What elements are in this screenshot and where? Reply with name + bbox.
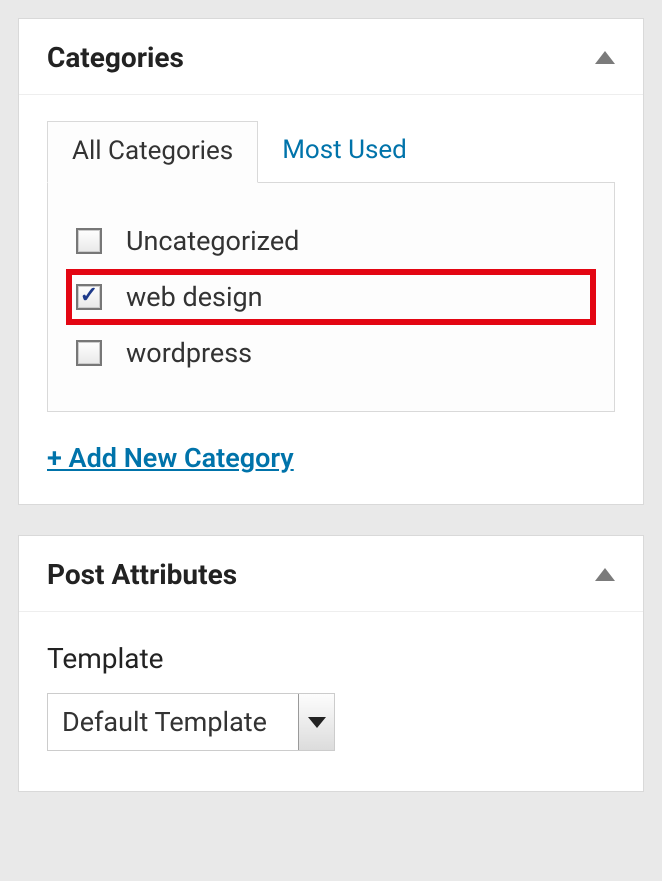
collapse-up-icon xyxy=(595,568,615,581)
categories-tabs: All Categories Most Used Uncategorized w… xyxy=(47,121,615,412)
category-row-wordpress: wordpress xyxy=(66,325,596,381)
checkbox-web-design[interactable] xyxy=(76,284,102,310)
tab-most-used[interactable]: Most Used xyxy=(258,121,431,182)
template-select-value: Default Template xyxy=(48,694,298,750)
categories-panel-title: Categories xyxy=(47,41,184,74)
post-attributes-panel-header[interactable]: Post Attributes xyxy=(19,536,643,612)
categories-panel: Categories All Categories Most Used Unca… xyxy=(18,18,644,505)
tab-row: All Categories Most Used xyxy=(47,121,615,182)
category-label: wordpress xyxy=(126,337,252,369)
categories-panel-body: All Categories Most Used Uncategorized w… xyxy=(19,95,643,504)
collapse-up-icon xyxy=(595,51,615,64)
post-attributes-panel: Post Attributes Template Default Templat… xyxy=(18,535,644,792)
post-attributes-panel-title: Post Attributes xyxy=(47,558,237,591)
checkbox-wordpress[interactable] xyxy=(76,340,102,366)
categories-panel-header[interactable]: Categories xyxy=(19,19,643,95)
category-label: web design xyxy=(126,281,263,313)
tab-all-categories[interactable]: All Categories xyxy=(47,121,258,183)
post-attributes-panel-body: Template Default Template xyxy=(19,612,643,791)
category-row-web-design: web design xyxy=(66,269,596,325)
template-label: Template xyxy=(47,642,615,675)
chevron-down-icon xyxy=(308,717,326,728)
checkbox-uncategorized[interactable] xyxy=(76,228,102,254)
add-new-category-link[interactable]: + Add New Category xyxy=(47,442,294,474)
dropdown-button[interactable] xyxy=(298,694,334,750)
category-row-uncategorized: Uncategorized xyxy=(66,213,596,269)
categories-list: Uncategorized web design wordpress xyxy=(47,182,615,412)
category-label: Uncategorized xyxy=(126,225,299,257)
template-select[interactable]: Default Template xyxy=(47,693,335,751)
